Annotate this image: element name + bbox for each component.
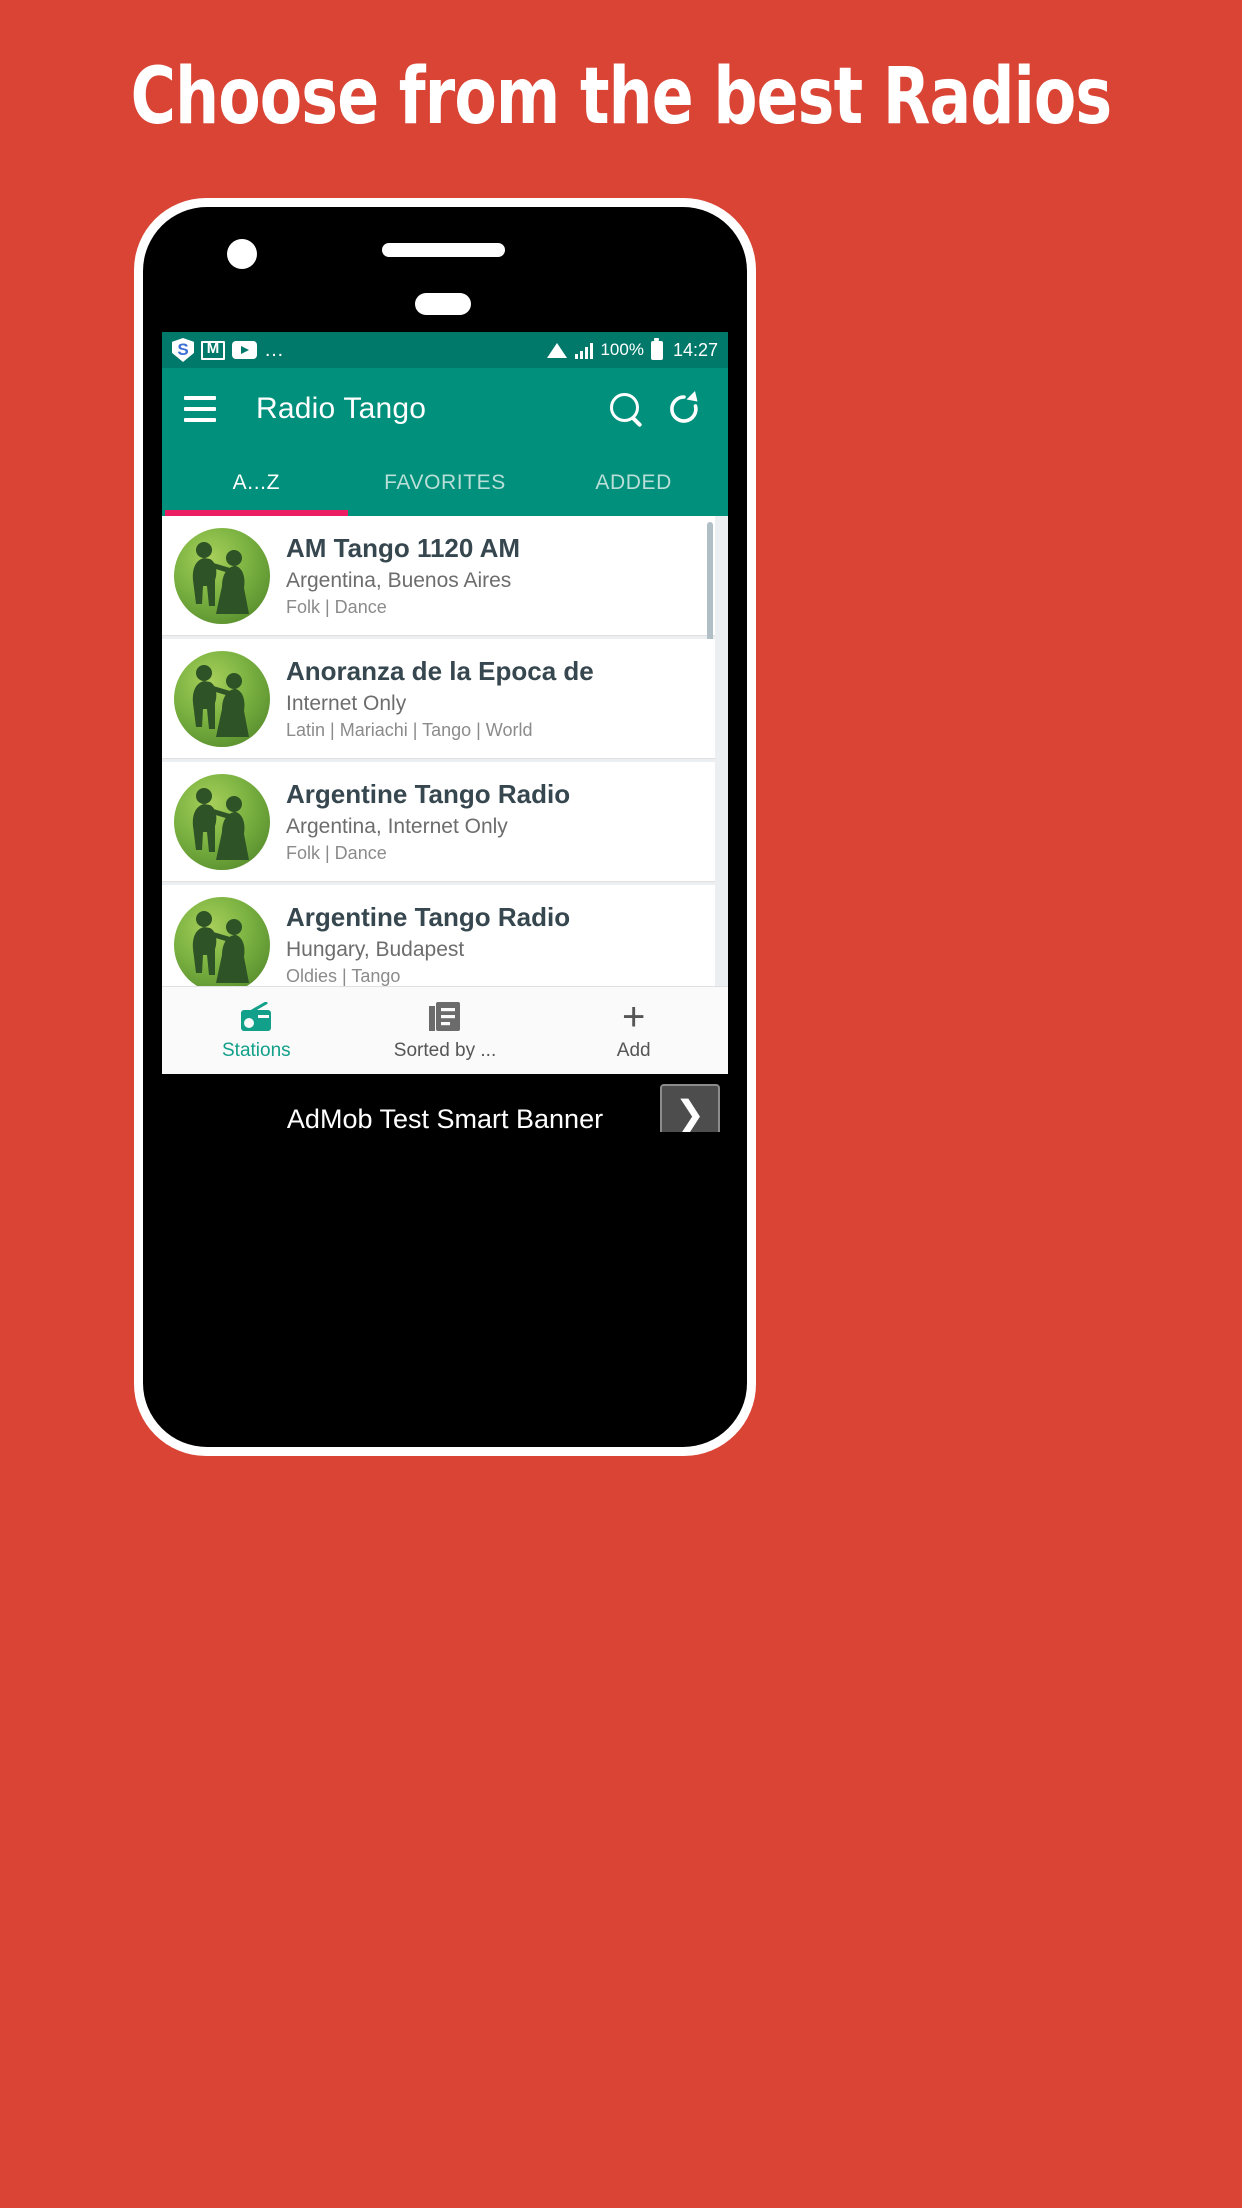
tab-az[interactable]: A...Z <box>162 471 351 495</box>
hamburger-menu-icon[interactable] <box>184 396 216 422</box>
station-name: Anoranza de la Epoca de <box>286 656 594 686</box>
station-location: Internet Only <box>286 691 407 715</box>
phone-mockup: S … 100% 14:27 Ra <box>134 198 756 1456</box>
status-bar-system: 100% 14:27 <box>546 337 718 361</box>
admob-banner[interactable]: AdMob Test Smart Banner ❯ <box>162 1074 728 1132</box>
radio-icon <box>238 1000 274 1034</box>
station-name: Argentine Tango Radio <box>286 902 571 932</box>
station-info: AM Tango 1120 AM Argentina, Buenos Aires… <box>286 534 715 618</box>
station-location: Hungary, Budapest <box>286 937 465 961</box>
admob-next-button[interactable]: ❯ <box>660 1084 720 1132</box>
station-list-item[interactable]: Argentine Tango Radio Hungary, Budapest … <box>162 885 715 986</box>
tab-bar: A...Z FAVORITES ADDED <box>162 450 728 516</box>
station-avatar-icon <box>174 896 270 986</box>
admob-banner-text: AdMob Test Smart Banner <box>286 1103 604 1133</box>
wifi-icon <box>546 342 568 359</box>
station-avatar-icon <box>174 527 270 624</box>
promo-headline: Choose from the best Radios <box>130 52 1113 142</box>
bottom-nav-label: Stations <box>222 1039 291 1061</box>
plus-icon: + <box>622 994 646 1039</box>
status-bar: S … 100% 14:27 <box>162 332 728 368</box>
station-list[interactable]: AM Tango 1120 AM Argentina, Buenos Aires… <box>162 516 728 986</box>
promo-screenshot: Choose from the best Radios S … <box>0 0 1242 2208</box>
phone-screen: S … 100% 14:27 Ra <box>162 332 728 1132</box>
battery-percent-label: 100% <box>600 340 644 359</box>
phone-body: S … 100% 14:27 Ra <box>143 207 747 1447</box>
front-camera-icon <box>227 239 257 269</box>
youtube-icon <box>232 341 257 359</box>
bottom-nav-item-stations[interactable]: Stations <box>162 1000 351 1062</box>
bottom-navigation: Stations Sorted by ... + Add <box>162 986 728 1074</box>
bottom-nav-label: Add <box>616 1039 651 1061</box>
station-tags: Folk | Dance <box>286 596 387 617</box>
station-tags: Oldies | Tango <box>286 965 401 986</box>
app-toolbar: Radio Tango <box>162 368 728 450</box>
station-name: AM Tango 1120 AM <box>286 533 521 563</box>
tab-favorites[interactable]: FAVORITES <box>351 471 540 495</box>
shield-s-icon: S <box>172 338 194 362</box>
station-avatar-icon <box>174 773 270 870</box>
bottom-nav-item-add[interactable]: + Add <box>539 994 728 1062</box>
station-list-item[interactable]: AM Tango 1120 AM Argentina, Buenos Aires… <box>162 516 715 668</box>
shield-letter: S <box>177 340 189 359</box>
status-bar-notifications: S … <box>172 338 547 362</box>
station-location: Argentina, Internet Only <box>286 814 508 838</box>
bottom-nav-label: Sorted by ... <box>393 1039 497 1061</box>
gmail-icon <box>201 339 225 360</box>
page-title: Radio Tango <box>256 392 427 425</box>
tab-added[interactable]: ADDED <box>539 471 728 495</box>
station-info: Argentine Tango Radio Hungary, Budapest … <box>286 903 715 987</box>
station-list-item[interactable]: Anoranza de la Epoca de Internet Only La… <box>162 639 715 759</box>
bottom-nav-item-sorted-by[interactable]: Sorted by ... <box>351 1000 540 1062</box>
search-icon[interactable] <box>604 387 648 431</box>
station-tags: Folk | Dance <box>286 842 387 863</box>
station-name: Argentine Tango Radio <box>286 779 571 809</box>
overflow-dots-icon: … <box>264 339 285 361</box>
station-avatar-icon <box>174 650 270 747</box>
station-location: Argentina, Buenos Aires <box>286 568 512 592</box>
list-sort-icon <box>428 1000 462 1034</box>
station-info: Argentine Tango Radio Argentina, Interne… <box>286 780 715 864</box>
earpiece-speaker <box>382 243 505 257</box>
station-tags: Latin | Mariachi | Tango | World <box>286 719 533 740</box>
proximity-sensor <box>415 293 471 315</box>
cellular-signal-icon <box>574 342 594 359</box>
battery-icon <box>650 337 663 360</box>
station-info: Anoranza de la Epoca de Internet Only La… <box>286 657 715 741</box>
station-list-item[interactable]: Argentine Tango Radio Argentina, Interne… <box>162 762 715 882</box>
clock-label: 14:27 <box>672 339 718 360</box>
refresh-icon[interactable] <box>662 387 706 431</box>
